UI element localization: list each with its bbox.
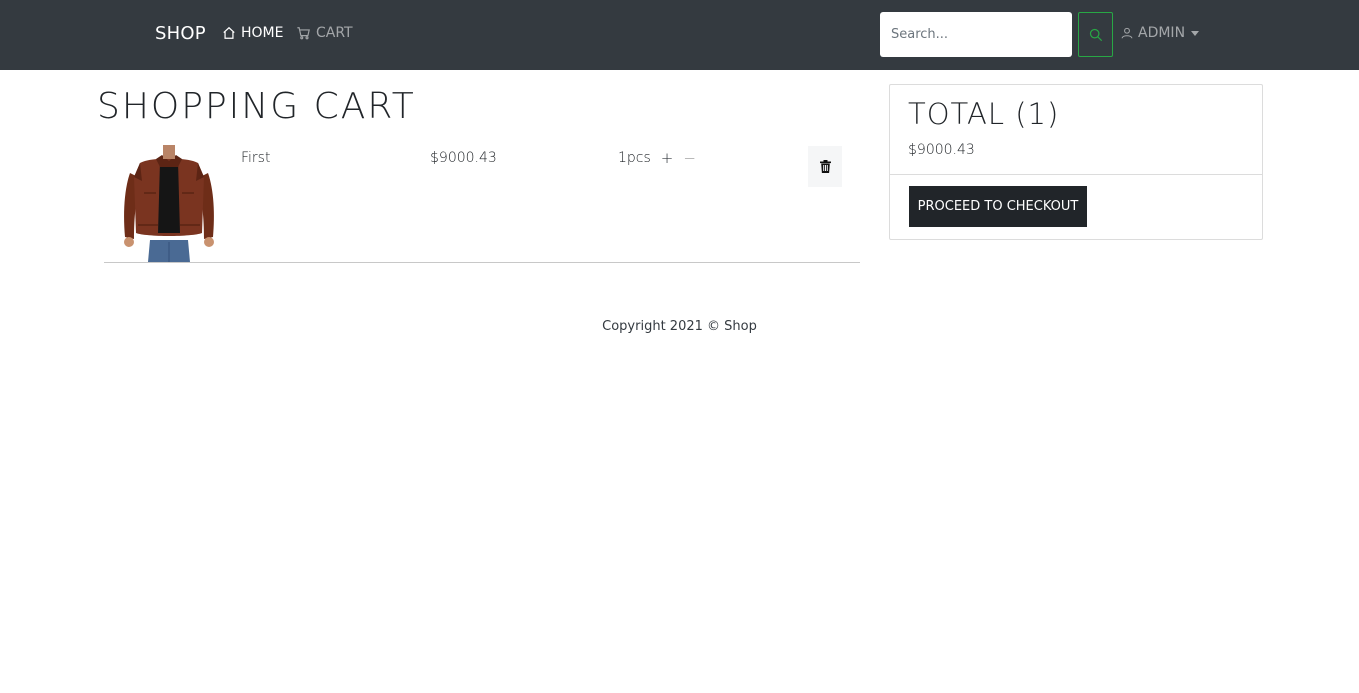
summary-total-amount: $9000.43 bbox=[908, 142, 975, 158]
order-summary-card: TOTAL (1) $9000.43 PROCEED TO CHECKOUT bbox=[889, 84, 1263, 240]
nav-link-home-label: HOME bbox=[241, 25, 284, 41]
search-input[interactable] bbox=[880, 12, 1072, 57]
product-price: $9000.43 bbox=[430, 150, 497, 166]
cart-item-row: First $9000.43 1pcs + − bbox=[104, 145, 860, 263]
increase-quantity-button[interactable]: + bbox=[661, 150, 674, 166]
footer: Copyright 2021 © Shop bbox=[0, 319, 1359, 334]
product-name[interactable]: First bbox=[241, 150, 270, 166]
summary-header: TOTAL (1) $9000.43 bbox=[890, 85, 1262, 175]
user-menu-label: ADMIN bbox=[1138, 25, 1186, 41]
product-image[interactable] bbox=[122, 145, 216, 262]
brand-logo[interactable]: SHOP bbox=[155, 23, 206, 44]
remove-item-button[interactable] bbox=[808, 146, 842, 187]
proceed-to-checkout-button[interactable]: PROCEED TO CHECKOUT bbox=[909, 186, 1087, 227]
summary-title: TOTAL (1) bbox=[908, 97, 1060, 131]
nav-link-cart[interactable]: CART bbox=[296, 25, 353, 41]
user-menu-dropdown[interactable]: ADMIN bbox=[1121, 25, 1200, 41]
cart-icon bbox=[297, 27, 310, 40]
navbar: SHOP HOME CART ADMIN bbox=[0, 0, 1359, 70]
trash-icon bbox=[819, 160, 831, 173]
chevron-down-icon bbox=[1191, 30, 1200, 36]
quantity-stepper: 1pcs + − bbox=[618, 150, 696, 166]
search-button[interactable] bbox=[1078, 12, 1113, 57]
search-icon bbox=[1089, 28, 1102, 41]
quantity-value: 1pcs bbox=[618, 150, 651, 166]
nav-link-home[interactable]: HOME bbox=[222, 25, 283, 41]
nav-link-cart-label: CART bbox=[316, 25, 353, 41]
user-icon bbox=[1121, 27, 1133, 39]
decrease-quantity-button[interactable]: − bbox=[683, 150, 696, 166]
copyright-text: Copyright 2021 © Shop bbox=[602, 319, 757, 334]
page-title: SHOPPING CART bbox=[97, 86, 416, 127]
house-icon bbox=[223, 26, 235, 39]
